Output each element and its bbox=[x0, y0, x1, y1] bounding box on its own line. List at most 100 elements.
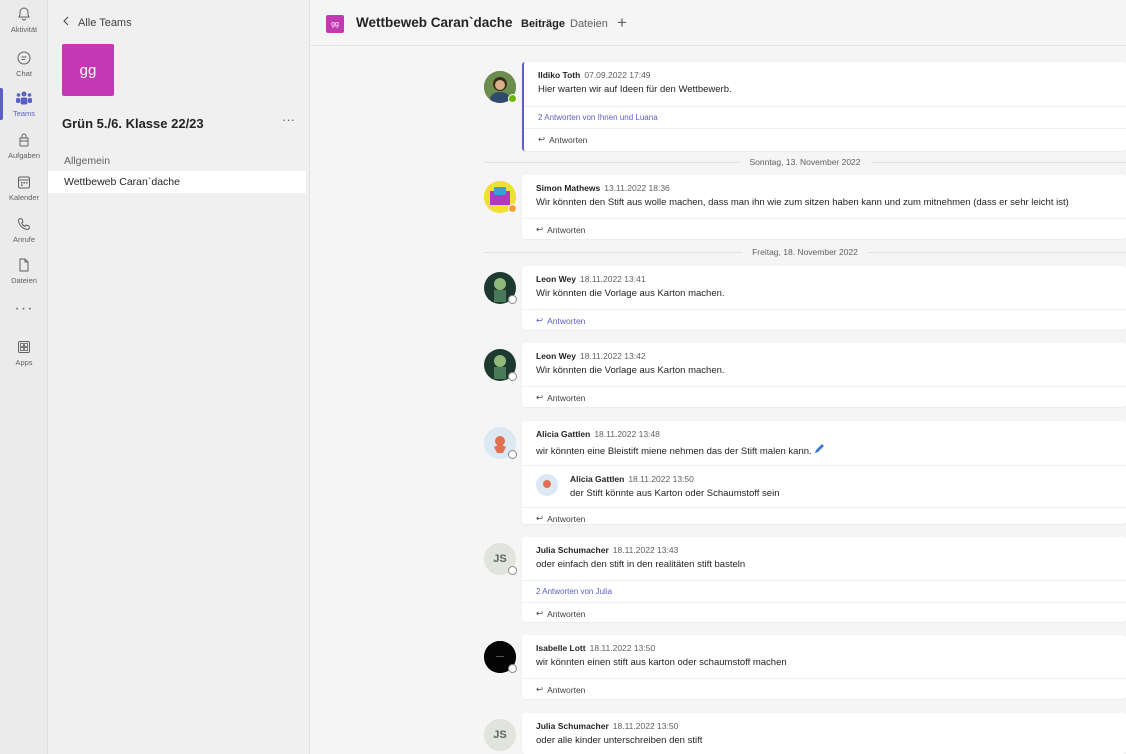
message-time: 18.11.2022 13:50 bbox=[612, 721, 679, 731]
team-name: Grün 5./6. Klasse 22/23 bbox=[62, 116, 204, 131]
rail-item-calendar[interactable]: Kalender bbox=[0, 172, 48, 212]
channel-header: gg Wettbeweb Caran`dache Beiträge Dateie… bbox=[310, 0, 1126, 46]
message-card: Leon Wey 18.11.2022 13:41 Wir könnten die… bbox=[522, 266, 1126, 330]
reply-label: Antworten bbox=[547, 608, 586, 619]
message-text: oder alle kinder unterschreiben den stif… bbox=[536, 735, 703, 746]
team-logo: gg bbox=[62, 44, 114, 96]
rail-item-chat[interactable]: Chat bbox=[0, 48, 48, 88]
rail-label: Anrufe bbox=[12, 235, 36, 244]
rail-label: Kalender bbox=[8, 193, 40, 202]
message-time: 07.09.2022 17:49 bbox=[584, 70, 651, 80]
message-time: 18.11.2022 13:43 bbox=[612, 545, 679, 555]
message-card: Julia Schumacher 18.11.2022 13:43 oder ei… bbox=[522, 537, 1126, 622]
message-time: 13.11.2022 18:36 bbox=[604, 183, 670, 193]
file-icon bbox=[14, 255, 34, 275]
channel-item-general[interactable]: Allgemein bbox=[48, 150, 306, 172]
reply-arrow-icon: ↩ bbox=[536, 684, 544, 694]
rail-label: Aufgaben bbox=[7, 151, 41, 160]
message-text: wir könnten einen stift aus karton oder … bbox=[536, 657, 787, 668]
presence-offline-icon bbox=[508, 372, 517, 381]
date-divider-label: Freitag, 18. November 2022 bbox=[752, 247, 858, 257]
team-panel: Alle Teams gg Grün 5./6. Klasse 22/23 ··… bbox=[48, 0, 310, 754]
message-author[interactable]: Isabelle Lott bbox=[536, 643, 586, 653]
apps-icon bbox=[14, 337, 34, 357]
rail-item-activity[interactable]: Aktivität bbox=[0, 4, 48, 44]
message-text: der Stift könnte aus Karton oder Schaums… bbox=[570, 488, 780, 499]
reply-arrow-icon: ↩ bbox=[536, 513, 544, 523]
message-card: Leon Wey 18.11.2022 13:42 Wir könnten die… bbox=[522, 343, 1126, 407]
rail-item-assignments[interactable]: Aufgaben bbox=[0, 130, 48, 170]
message-text: Hier warten wir auf Ideen für den Wettbe… bbox=[538, 84, 732, 95]
phone-icon bbox=[14, 214, 34, 234]
rail-label: Aktivität bbox=[10, 25, 38, 34]
nested-reply: Alicia Gattlen 18.11.2022 13:50 der Stift… bbox=[522, 465, 1126, 505]
presence-online-icon bbox=[508, 94, 517, 103]
message-author[interactable]: Leon Wey bbox=[536, 274, 576, 284]
message-time: 18.11.2022 13:48 bbox=[594, 429, 660, 439]
message-text: Wir könnten den Stift aus wolle machen, … bbox=[536, 197, 1069, 208]
reply-button[interactable]: ↩ Antworten bbox=[522, 602, 1126, 625]
message-author[interactable]: Julia Schumacher bbox=[536, 545, 609, 555]
reply-button[interactable]: ↩ Antworten bbox=[524, 128, 1126, 151]
back-to-teams-link[interactable]: Alle Teams bbox=[62, 16, 132, 29]
message-card: Simon Mathews 13.11.2022 18:36 Wir könnte… bbox=[522, 175, 1126, 239]
message-author[interactable]: Ildiko Toth bbox=[538, 70, 580, 80]
reply-button[interactable]: ↩ Antworten bbox=[522, 218, 1126, 241]
chevron-left-icon bbox=[62, 16, 70, 29]
reply-label: Antworten bbox=[547, 684, 586, 695]
message-author[interactable]: Alicia Gattlen bbox=[536, 429, 590, 439]
channel-item-wettbeweb[interactable]: Wettbeweb Caran`dache bbox=[48, 171, 306, 193]
message-stream: Ildiko Toth 07.09.2022 17:49 Hier warten … bbox=[310, 47, 1126, 754]
reply-button[interactable]: ↩ Antworten bbox=[522, 678, 1126, 701]
bell-icon bbox=[14, 4, 34, 24]
message-text-content: wir könnten eine Bleistift miene nehmen … bbox=[536, 446, 812, 457]
reply-label: Antworten bbox=[547, 224, 586, 235]
date-divider-label: Sonntag, 13. November 2022 bbox=[749, 157, 861, 167]
replies-link[interactable]: 2 Antworten von Ihnen und Luana bbox=[524, 106, 1126, 128]
message-author[interactable]: Leon Wey bbox=[536, 351, 576, 361]
avatar: JS bbox=[484, 719, 516, 751]
calendar-icon bbox=[14, 172, 34, 192]
message-text: Wir könnten die Vorlage aus Karton mache… bbox=[536, 365, 725, 376]
assignments-icon bbox=[14, 130, 34, 150]
tab-files[interactable]: Dateien bbox=[570, 18, 608, 30]
reply-arrow-icon: ↩ bbox=[538, 134, 546, 144]
message-text: Wir könnten die Vorlage aus Karton mache… bbox=[536, 288, 725, 299]
add-tab-button[interactable]: + bbox=[617, 13, 627, 33]
reply-button[interactable]: ↩ Antworten bbox=[522, 309, 1126, 332]
presence-offline-icon bbox=[508, 450, 517, 459]
team-more-options-button[interactable]: ··· bbox=[282, 112, 295, 127]
reply-button[interactable]: ↩ Antworten bbox=[522, 386, 1126, 409]
app-rail: Aktivität Chat Teams Aufgaben Kalender A… bbox=[0, 0, 48, 754]
message-author[interactable]: Alicia Gattlen bbox=[570, 474, 624, 484]
replies-link[interactable]: 2 Antworten von Julia bbox=[522, 580, 1126, 602]
back-link-label: Alle Teams bbox=[78, 16, 132, 29]
channel-title: Wettbeweb Caran`dache bbox=[356, 15, 513, 30]
date-divider: Freitag, 18. November 2022 bbox=[484, 245, 1126, 259]
rail-item-teams[interactable]: Teams bbox=[0, 88, 48, 128]
message-card: Isabelle Lott 18.11.2022 13:50 wir könnte… bbox=[522, 635, 1126, 699]
reply-button[interactable]: ↩ Antworten bbox=[522, 507, 1126, 530]
message-time: 18.11.2022 13:42 bbox=[580, 351, 646, 361]
message-author[interactable]: Julia Schumacher bbox=[536, 721, 609, 731]
message-author[interactable]: Simon Mathews bbox=[536, 183, 600, 193]
rail-item-files[interactable]: Dateien bbox=[0, 255, 48, 295]
reply-label: Antworten bbox=[547, 392, 586, 403]
presence-away-icon bbox=[508, 204, 517, 213]
reply-label: Antworten bbox=[549, 134, 588, 145]
presence-offline-icon bbox=[508, 566, 517, 575]
message-card: Alicia Gattlen 18.11.2022 13:48 wir könnt… bbox=[522, 421, 1126, 524]
message-text: wir könnten eine Bleistift miene nehmen … bbox=[536, 443, 1112, 457]
presence-offline-icon bbox=[508, 664, 517, 673]
pencil-icon bbox=[814, 444, 825, 457]
reply-arrow-icon: ↩ bbox=[536, 315, 544, 325]
channel-logo: gg bbox=[326, 15, 344, 33]
rail-label: Chat bbox=[16, 69, 32, 78]
rail-item-apps[interactable]: Apps bbox=[0, 337, 48, 377]
message-text: oder einfach den stift in den realitäten… bbox=[536, 559, 746, 570]
reply-arrow-icon: ↩ bbox=[536, 224, 544, 234]
rail-item-calls[interactable]: Anrufe bbox=[0, 214, 48, 254]
reply-label: Antworten bbox=[547, 513, 586, 524]
more-apps-icon[interactable]: ··· bbox=[0, 300, 48, 318]
tab-posts[interactable]: Beiträge bbox=[521, 18, 565, 30]
